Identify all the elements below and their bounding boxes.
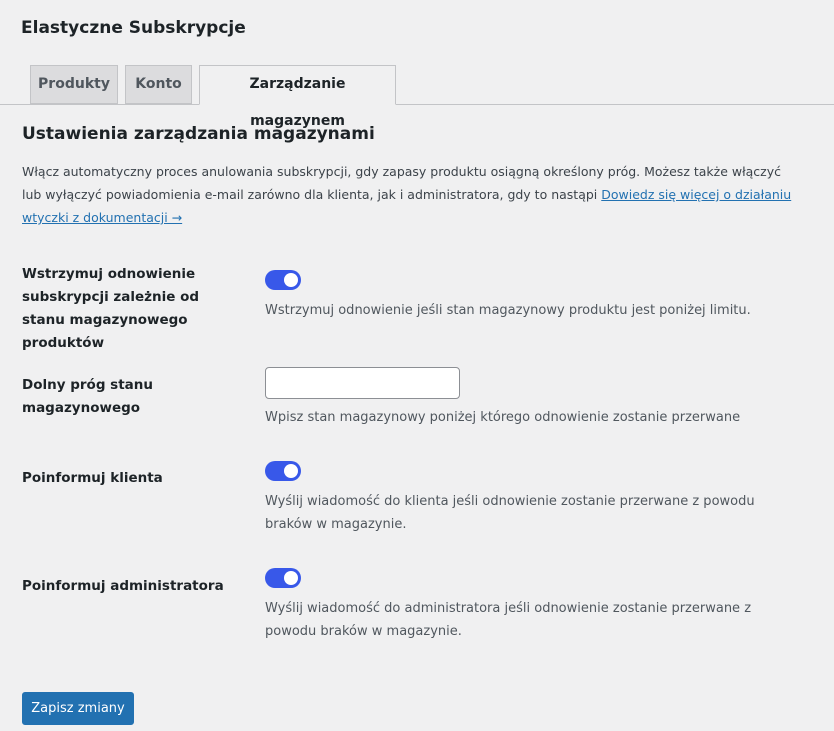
intro-text: Włącz automatyczny proces anulowania sub… xyxy=(22,160,802,229)
stock-threshold-description: Wpisz stan magazynowy poniżej którego od… xyxy=(265,410,741,425)
tab-products[interactable]: Produkty xyxy=(30,65,118,104)
notify-customer-label: Poinformuj klienta xyxy=(22,470,163,486)
pause-renewal-toggle[interactable] xyxy=(265,270,301,290)
stock-threshold-input[interactable] xyxy=(265,367,460,399)
notify-admin-label: Poinformuj administratora xyxy=(22,578,224,594)
tab-stock-management[interactable]: Zarządzanie magazynem xyxy=(199,65,396,129)
notify-customer-description: Wyślij wiadomość do klienta jeśli odnowi… xyxy=(265,494,755,532)
toggle-knob xyxy=(284,464,298,478)
tab-account[interactable]: Konto xyxy=(125,65,192,104)
notify-customer-toggle[interactable] xyxy=(265,461,301,481)
save-button[interactable]: Zapisz zmiany xyxy=(22,692,134,725)
page-title: Elastyczne Subskrypcje xyxy=(21,18,246,38)
section-title: Ustawienia zarządzania magazynami xyxy=(22,124,375,144)
notify-admin-description: Wyślij wiadomość do administratora jeśli… xyxy=(265,601,752,639)
pause-renewal-label: Wstrzymuj odnowienie subskrypcji zależni… xyxy=(22,266,200,351)
stock-threshold-label: Dolny próg stanu magazynowego xyxy=(22,377,153,416)
notify-admin-toggle[interactable] xyxy=(265,568,301,588)
toggle-knob xyxy=(284,571,298,585)
pause-renewal-description: Wstrzymuj odnowienie jeśli stan magazyno… xyxy=(265,303,751,318)
toggle-knob xyxy=(284,273,298,287)
tab-bar: Produkty Konto Zarządzanie magazynem xyxy=(0,65,834,129)
